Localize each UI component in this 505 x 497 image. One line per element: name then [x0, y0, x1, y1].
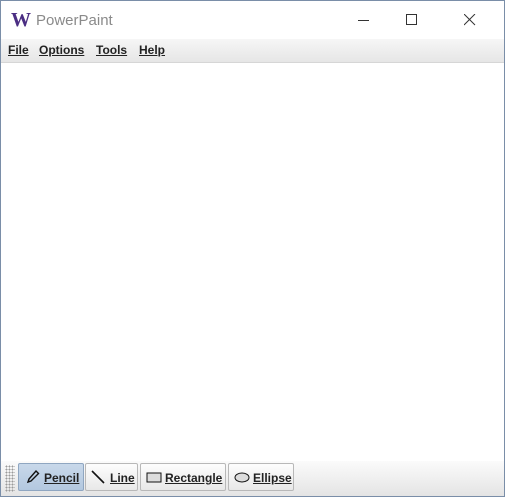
app-logo-icon: W — [11, 9, 31, 31]
menu-options[interactable]: Options — [39, 43, 84, 58]
app-window: W PowerPaint File Options Tools Help Pen… — [0, 0, 505, 497]
maximize-icon — [406, 14, 417, 25]
line-icon — [91, 470, 105, 484]
toolbar-grip-handle[interactable] — [5, 465, 15, 492]
maximize-button[interactable] — [389, 1, 435, 39]
rectangle-tool-label: Rectangle — [165, 471, 223, 485]
pencil-icon — [26, 470, 40, 484]
close-button[interactable] — [447, 1, 493, 39]
ellipse-tool-button[interactable]: Ellipse — [228, 463, 294, 491]
drawing-canvas[interactable] — [1, 63, 504, 461]
ellipse-tool-label: Ellipse — [253, 471, 292, 485]
pencil-tool-button[interactable]: Pencil — [18, 463, 84, 491]
window-title: PowerPaint — [36, 12, 113, 29]
rectangle-tool-button[interactable]: Rectangle — [140, 463, 226, 491]
menu-bar: File Options Tools Help — [1, 39, 504, 63]
close-icon — [464, 14, 476, 26]
minimize-button[interactable] — [341, 1, 387, 39]
line-tool-button[interactable]: Line — [85, 463, 138, 491]
menu-help[interactable]: Help — [139, 43, 165, 58]
menu-file[interactable]: File — [8, 43, 29, 58]
pencil-tool-label: Pencil — [44, 471, 80, 485]
tool-bar: Pencil Line Rectangle Ellipse — [1, 461, 504, 496]
minimize-icon — [358, 20, 369, 21]
menu-tools[interactable]: Tools — [96, 43, 127, 58]
rectangle-icon — [146, 472, 162, 483]
ellipse-icon — [234, 472, 250, 483]
title-bar[interactable]: W PowerPaint — [1, 1, 504, 39]
line-tool-label: Line — [110, 471, 135, 485]
